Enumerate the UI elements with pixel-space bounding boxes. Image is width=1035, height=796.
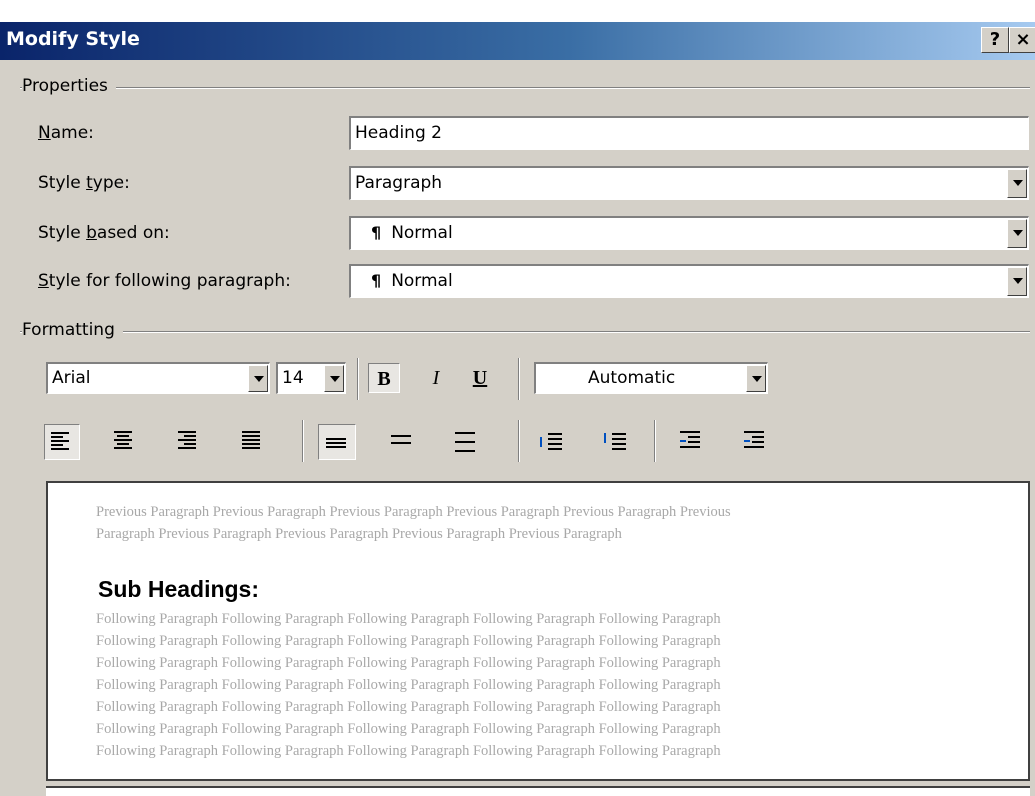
modify-style-dialog: Modify Style ? × Properties Name: Headin… (0, 0, 1035, 796)
increase-indent-icon (744, 431, 766, 451)
justify-button[interactable] (236, 424, 272, 460)
name-label: Name: (38, 123, 94, 143)
following-line: Following Paragraph Following Paragraph … (96, 743, 721, 759)
size-dropdown-arrow[interactable] (324, 365, 344, 392)
name-input[interactable]: Heading 2 (349, 116, 1029, 150)
one-half-spacing-icon (391, 435, 413, 455)
pilcrow-icon: ¶ (371, 223, 382, 242)
bold-button[interactable]: B (368, 363, 400, 393)
window-title: Modify Style (6, 28, 140, 50)
style-preview: Previous Paragraph Previous Paragraph Pr… (46, 481, 1030, 781)
formatting-divider (20, 331, 1030, 333)
font-value: Arial (52, 368, 91, 388)
following-paragraph-label: Style for following paragraph: (38, 271, 291, 291)
color-select[interactable]: Automatic (534, 362, 768, 394)
color-dropdown-arrow[interactable] (746, 365, 766, 392)
name-input-value: Heading 2 (355, 123, 442, 143)
following-paragraph-select[interactable]: ¶ Normal (349, 264, 1029, 298)
style-type-label: Style type: (38, 173, 130, 193)
toolbar-separator (518, 420, 520, 462)
toolbar-separator (302, 420, 304, 462)
preview-heading: Sub Headings: (98, 576, 260, 602)
title-bar: Modify Style ? × (0, 22, 1035, 60)
top-strip (0, 0, 1035, 22)
decrease-indent-icon (680, 431, 702, 451)
based-on-select[interactable]: ¶ Normal (349, 216, 1029, 250)
following-line: Following Paragraph Following Paragraph … (96, 611, 721, 627)
align-left-button[interactable] (44, 424, 80, 460)
color-value: Automatic (588, 368, 676, 388)
following-paragraph-dropdown-arrow[interactable] (1007, 267, 1027, 296)
help-button[interactable]: ? (981, 27, 1009, 53)
previous-line: Paragraph Previous Paragraph Previous Pa… (96, 526, 622, 542)
properties-divider (20, 87, 1030, 89)
style-type-value: Paragraph (355, 173, 443, 193)
description-area (46, 786, 1030, 796)
double-spacing-button[interactable] (448, 424, 484, 460)
formatting-group-label: Formatting (22, 320, 123, 340)
toolbar-separator (357, 358, 359, 400)
double-spacing-icon (455, 432, 477, 452)
justify-icon (242, 431, 264, 451)
following-line: Following Paragraph Following Paragraph … (96, 721, 721, 737)
based-on-value: Normal (391, 223, 453, 243)
following-line: Following Paragraph Following Paragraph … (96, 677, 721, 693)
single-spacing-button[interactable] (318, 424, 356, 460)
size-value: 14 (282, 368, 304, 388)
following-line: Following Paragraph Following Paragraph … (96, 699, 721, 715)
following-line: Following Paragraph Following Paragraph … (96, 655, 721, 671)
pilcrow-icon: ¶ (371, 271, 382, 290)
increase-indent-button[interactable] (738, 424, 774, 460)
font-dropdown-arrow[interactable] (248, 365, 268, 392)
toolbar-separator (654, 420, 656, 462)
toolbar-separator (518, 358, 520, 400)
based-on-dropdown-arrow[interactable] (1007, 219, 1027, 248)
decrease-indent-button[interactable] (674, 424, 710, 460)
align-center-icon (114, 431, 136, 451)
previous-line: Previous Paragraph Previous Paragraph Pr… (96, 504, 731, 520)
properties-group-label: Properties (22, 76, 116, 96)
style-type-select[interactable]: Paragraph (349, 166, 1029, 200)
previous-paragraph-text: Previous Paragraph Previous Paragraph Pr… (96, 501, 936, 545)
space-after-icon (604, 431, 626, 451)
following-paragraph-value: Normal (391, 271, 453, 291)
font-select[interactable]: Arial (46, 362, 270, 394)
underline-button[interactable]: U (464, 363, 496, 393)
based-on-label: Style based on: (38, 223, 170, 243)
align-right-icon (178, 431, 200, 451)
style-type-dropdown-arrow[interactable] (1007, 169, 1027, 198)
align-left-icon (51, 432, 73, 452)
align-center-button[interactable] (108, 424, 144, 460)
space-after-button[interactable] (598, 424, 634, 460)
close-button[interactable]: × (1009, 27, 1035, 53)
following-line: Following Paragraph Following Paragraph … (96, 633, 721, 649)
italic-button[interactable]: I (420, 363, 452, 393)
size-select[interactable]: 14 (276, 362, 346, 394)
one-half-spacing-button[interactable] (384, 424, 420, 460)
space-before-icon (540, 431, 562, 451)
space-before-button[interactable] (534, 424, 570, 460)
single-spacing-icon (326, 438, 348, 458)
align-right-button[interactable] (172, 424, 208, 460)
